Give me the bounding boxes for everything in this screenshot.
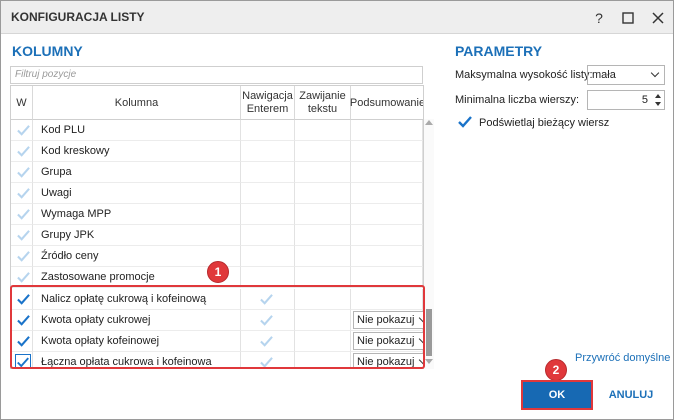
navigation-cell[interactable] — [241, 246, 295, 267]
spin-up-icon[interactable] — [655, 94, 661, 98]
wrap-cell[interactable] — [295, 204, 351, 225]
checkmark-icon — [16, 145, 30, 157]
wrap-cell[interactable] — [295, 183, 351, 204]
dialog-title: KONFIGURACJA LISTY — [11, 10, 145, 24]
visibility-cell[interactable] — [11, 225, 33, 246]
table-row[interactable]: Kod PLU — [11, 120, 423, 141]
table-row[interactable]: Wymaga MPP — [11, 204, 423, 225]
visibility-checkbox[interactable] — [15, 227, 31, 243]
wrap-cell[interactable] — [295, 225, 351, 246]
highlight-box — [10, 285, 425, 369]
visibility-cell[interactable] — [11, 120, 33, 141]
column-name: Grupa — [33, 162, 241, 183]
params-section-title: PARAMETRY — [455, 43, 543, 59]
summary-cell[interactable] — [351, 225, 423, 246]
summary-cell[interactable] — [351, 120, 423, 141]
header-summary[interactable]: Podsumowanie — [350, 86, 423, 120]
max-height-select[interactable]: mała — [587, 65, 665, 85]
visibility-checkbox[interactable] — [15, 143, 31, 159]
columns-section-title: KOLUMNY — [12, 43, 83, 59]
close-icon — [652, 11, 664, 24]
callout-badge-2: 2 — [545, 359, 567, 381]
grid-scrollbar[interactable] — [424, 119, 434, 369]
filter-input[interactable]: Filtruj pozycje — [10, 66, 423, 84]
table-row[interactable]: Grupa — [11, 162, 423, 183]
checkmark-icon — [16, 250, 30, 262]
help-button[interactable]: ? — [584, 1, 614, 34]
min-rows-value: 5 — [641, 94, 648, 106]
navigation-cell[interactable] — [241, 204, 295, 225]
cancel-button[interactable]: ANULUJ — [601, 380, 661, 410]
chevron-down-icon — [650, 68, 660, 78]
scroll-up-icon[interactable] — [425, 120, 433, 125]
highlight-row-label[interactable]: Podświetlaj bieżący wiersz — [479, 117, 609, 129]
wrap-cell[interactable] — [295, 162, 351, 183]
close-button[interactable] — [643, 1, 673, 34]
header-kolumna[interactable]: Kolumna — [33, 86, 241, 120]
checkmark-icon — [16, 271, 30, 283]
scroll-down-icon[interactable] — [425, 359, 433, 364]
checkmark-icon — [16, 187, 30, 199]
column-name: Grupy JPK — [33, 225, 241, 246]
restore-defaults-link[interactable]: Przywróć domyślne — [575, 352, 670, 364]
navigation-cell[interactable] — [241, 162, 295, 183]
spin-down-icon[interactable] — [655, 102, 661, 106]
summary-cell[interactable] — [351, 162, 423, 183]
header-w[interactable]: W — [11, 86, 33, 120]
checkmark-icon — [16, 166, 30, 178]
navigation-cell[interactable] — [241, 120, 295, 141]
summary-cell[interactable] — [351, 141, 423, 162]
config-dialog: KONFIGURACJA LISTY ? KOLUMNY Filtruj poz… — [0, 0, 674, 420]
visibility-checkbox[interactable] — [15, 248, 31, 264]
visibility-checkbox[interactable] — [15, 206, 31, 222]
wrap-cell[interactable] — [295, 141, 351, 162]
min-rows-stepper[interactable]: 5 — [587, 90, 665, 110]
visibility-checkbox[interactable] — [15, 122, 31, 138]
table-row[interactable]: Grupy JPK — [11, 225, 423, 246]
table-row[interactable]: Uwagi — [11, 183, 423, 204]
header-wrap[interactable]: Zawijanie tekstu — [295, 86, 351, 120]
wrap-cell[interactable] — [295, 246, 351, 267]
checkmark-icon — [16, 124, 30, 136]
visibility-checkbox[interactable] — [15, 185, 31, 201]
visibility-cell[interactable] — [11, 246, 33, 267]
wrap-cell[interactable] — [295, 120, 351, 141]
column-name: Wymaga MPP — [33, 204, 241, 225]
visibility-cell[interactable] — [11, 204, 33, 225]
column-name: Uwagi — [33, 183, 241, 204]
summary-cell[interactable] — [351, 183, 423, 204]
checkmark-icon — [16, 229, 30, 241]
summary-cell[interactable] — [351, 204, 423, 225]
callout-badge-1: 1 — [207, 261, 229, 283]
visibility-cell[interactable] — [11, 183, 33, 204]
table-row[interactable]: Kod kreskowy — [11, 141, 423, 162]
navigation-cell[interactable] — [241, 183, 295, 204]
summary-cell[interactable] — [351, 246, 423, 267]
navigation-cell[interactable] — [241, 225, 295, 246]
visibility-checkbox[interactable] — [15, 164, 31, 180]
min-rows-label: Minimalna liczba wierszy: — [455, 94, 580, 106]
visibility-checkbox[interactable] — [15, 269, 31, 285]
visibility-cell[interactable] — [11, 141, 33, 162]
header-navigation[interactable]: Nawigacja Enterem — [241, 86, 295, 120]
column-name: Kod PLU — [33, 120, 241, 141]
checkmark-icon — [16, 208, 30, 220]
title-bar: KONFIGURACJA LISTY ? — [1, 1, 673, 34]
maximize-icon — [622, 11, 634, 24]
highlight-row-checkbox[interactable] — [457, 115, 473, 131]
maximize-button[interactable] — [613, 1, 643, 34]
ok-button[interactable]: OK — [521, 380, 593, 410]
checkmark-icon — [458, 116, 472, 128]
column-name: Kod kreskowy — [33, 141, 241, 162]
max-height-label: Maksymalna wysokość listy: — [455, 69, 593, 81]
visibility-cell[interactable] — [11, 162, 33, 183]
scroll-thumb[interactable] — [426, 309, 432, 356]
navigation-cell[interactable] — [241, 141, 295, 162]
max-height-value: mała — [592, 69, 616, 81]
